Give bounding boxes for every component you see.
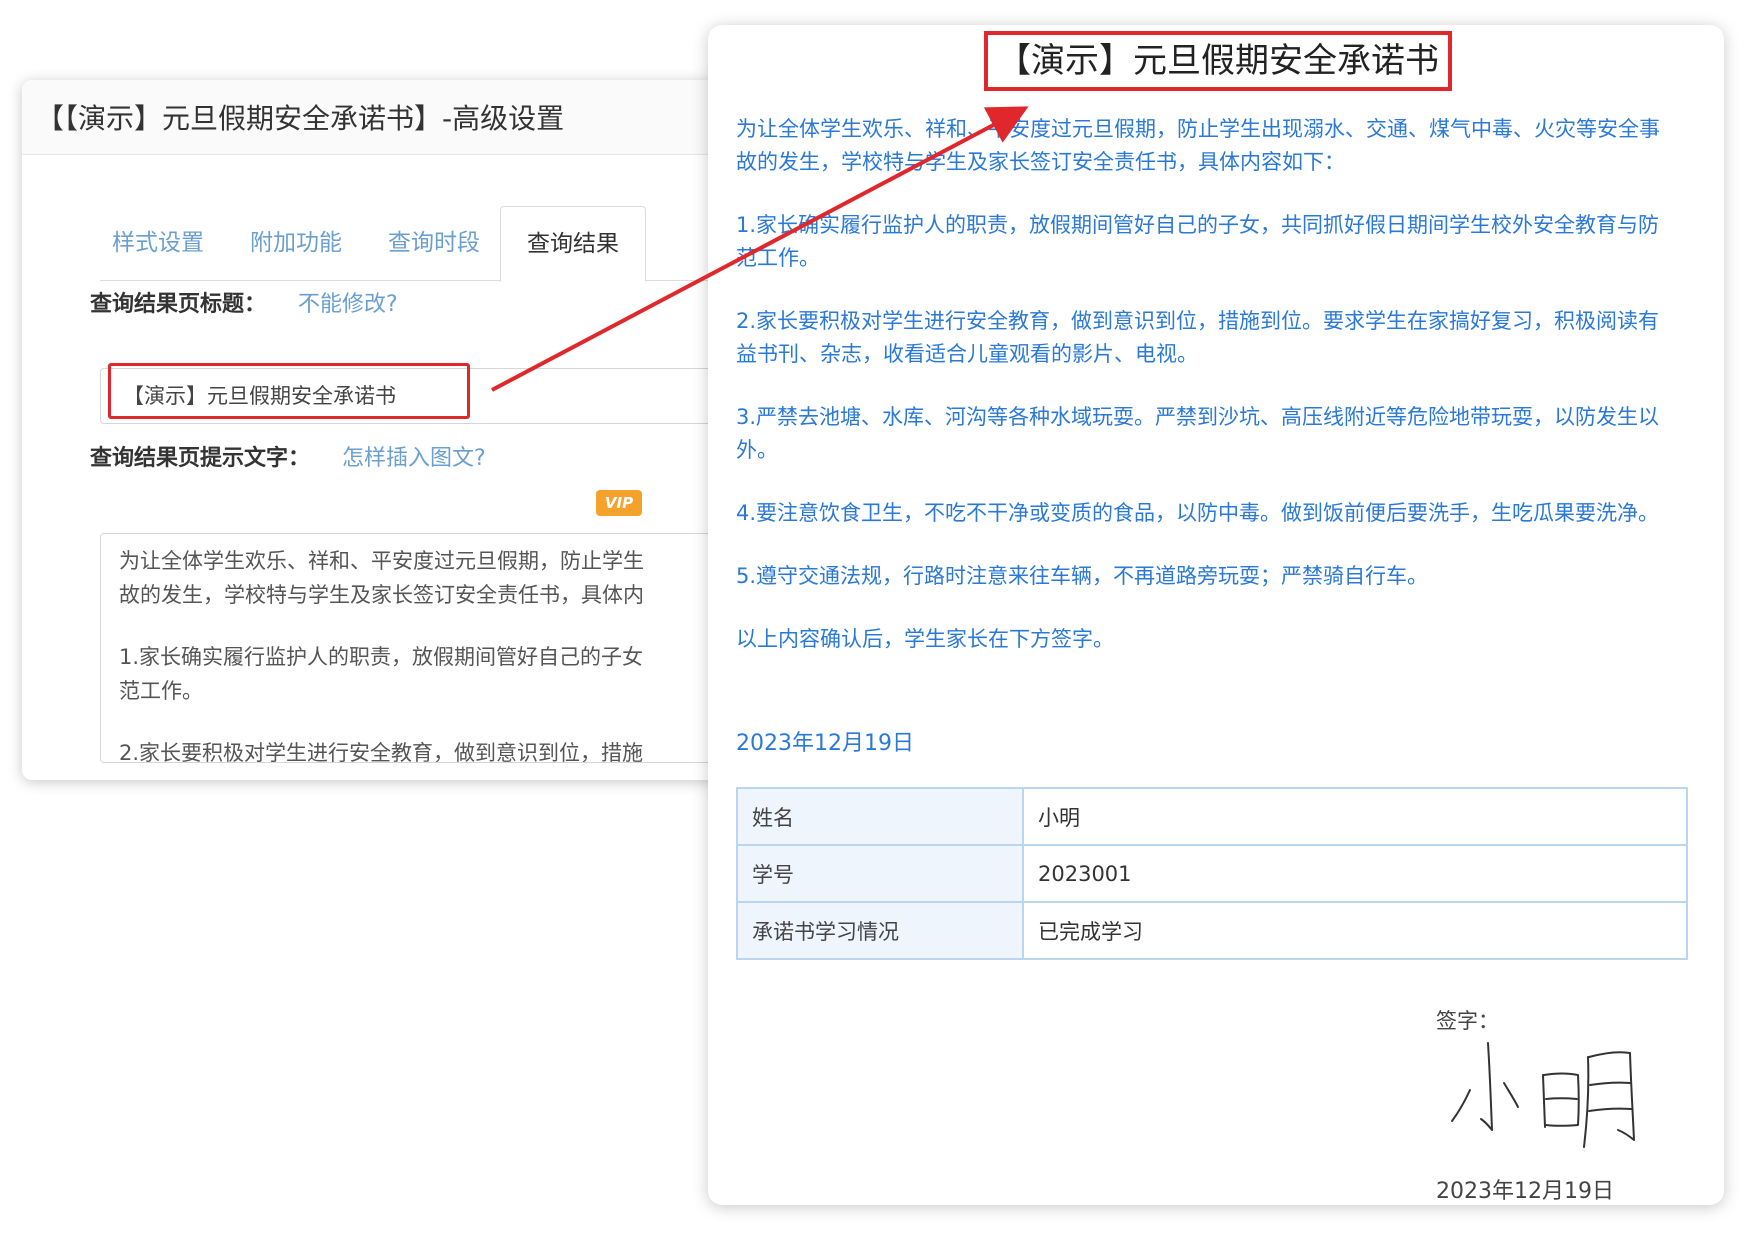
table-value-student-id: 2023001 xyxy=(1022,844,1688,903)
preview-paragraph: 3.严禁去池塘、水库、河沟等各种水域玩耍。严禁到沙坑、高压线附近等危险地带玩耍，… xyxy=(736,405,1660,462)
signature-label: 签字： xyxy=(1436,1009,1499,1033)
settings-header-title: 【【演示】元旦假期安全承诺书】-高级设置 xyxy=(22,80,722,155)
preview-paragraph: 以上内容确认后，学生家长在下方签字。 xyxy=(736,627,1114,651)
preview-paragraph: 1.家长确实履行监护人的职责，放假期间管好自己的子女，共同抓好假日期间学生校外安… xyxy=(736,213,1660,270)
result-preview-panel: 【演示】元旦假期安全承诺书 为让全体学生欢乐、祥和、平安度过元旦假期，防止学生出… xyxy=(708,25,1724,1205)
signature-date: 2023年12月19日 xyxy=(1436,1179,1614,1204)
hint-line: 故的发生，学校特与学生及家长签订安全责任书，具体内 xyxy=(119,583,644,607)
tab-query-results[interactable]: 查询结果 xyxy=(500,206,646,282)
table-value-study-status: 已完成学习 xyxy=(1022,901,1688,960)
preview-title: 【演示】元旦假期安全承诺书 xyxy=(984,31,1452,91)
tab-style-settings[interactable]: 样式设置 xyxy=(112,206,204,280)
preview-paragraph: 为让全体学生欢乐、祥和、平安度过元旦假期，防止学生出现溺水、交通、煤气中毒、火灾… xyxy=(736,117,1660,174)
result-hint-textarea[interactable]: 为让全体学生欢乐、祥和、平安度过元旦假期，防止学生 故的发生，学校特与学生及家长… xyxy=(100,533,722,763)
preview-body: 为让全体学生欢乐、祥和、平安度过元旦假期，防止学生出现溺水、交通、煤气中毒、火灾… xyxy=(736,113,1676,686)
hint-line: 范工作。 xyxy=(119,679,203,703)
preview-date: 2023年12月19日 xyxy=(736,731,914,756)
handwritten-signature xyxy=(1451,1042,1635,1148)
insert-image-text-link[interactable]: 怎样插入图文? xyxy=(342,440,486,472)
table-key-study-status: 承诺书学习情况 xyxy=(736,901,1024,960)
cannot-modify-link[interactable]: 不能修改? xyxy=(298,286,398,318)
tab-query-period[interactable]: 查询时段 xyxy=(388,206,480,280)
hint-line: 2.家长要积极对学生进行安全教育，做到意识到位，措施 xyxy=(119,741,644,763)
result-title-label: 查询结果页标题： xyxy=(90,292,267,317)
table-row: 学号 2023001 xyxy=(736,844,1688,903)
hint-line: 1.家长确实履行监护人的职责，放假期间管好自己的子女 xyxy=(119,645,644,669)
result-hint-label: 查询结果页提示文字： xyxy=(90,446,311,471)
table-value-name: 小明 xyxy=(1022,787,1688,846)
preview-paragraph: 2.家长要积极对学生进行安全教育，做到意识到位，措施到位。要求学生在家搞好复习，… xyxy=(736,309,1660,366)
settings-tabs: 样式设置 附加功能 查询时段 查询结果 xyxy=(100,206,722,282)
table-row: 承诺书学习情况 已完成学习 xyxy=(736,901,1688,960)
table-key-student-id: 学号 xyxy=(736,844,1024,903)
preview-paragraph: 5.遵守交通法规，行路时注意来往车辆，不再道路旁玩耍；严禁骑自行车。 xyxy=(736,564,1429,588)
table-row: 姓名 小明 xyxy=(736,787,1688,846)
table-key-name: 姓名 xyxy=(736,787,1024,846)
tab-extra-features[interactable]: 附加功能 xyxy=(250,206,342,280)
hint-line: 为让全体学生欢乐、祥和、平安度过元旦假期，防止学生 xyxy=(119,549,644,573)
preview-paragraph: 4.要注意饮食卫生，不吃不干净或变质的食品，以防中毒。做到饭前便后要洗手，生吃瓜… xyxy=(736,501,1660,525)
title-input-highlight-box xyxy=(108,363,470,419)
vip-badge: VIP xyxy=(596,490,642,516)
advanced-settings-panel: 【【演示】元旦假期安全承诺书】-高级设置 样式设置 附加功能 查询时段 查询结果… xyxy=(22,80,722,780)
student-info-table: 姓名 小明 学号 2023001 承诺书学习情况 已完成学习 xyxy=(736,787,1688,960)
